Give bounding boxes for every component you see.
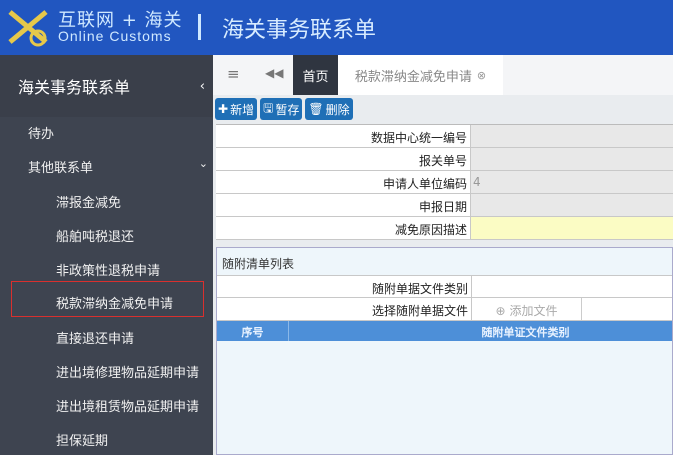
tab-home[interactable]: 首页: [293, 55, 338, 95]
unified-number-field[interactable]: [471, 125, 673, 147]
field-label: 减免原因描述: [216, 217, 471, 239]
section-title: 随附清单列表: [222, 257, 295, 271]
tab-label: 税款滞纳金减免申请: [354, 69, 472, 85]
close-icon[interactable]: ⊗: [477, 69, 486, 82]
sidebar-item-other[interactable]: 其他联系单 ⌄: [28, 157, 208, 176]
declaration-date-field[interactable]: [471, 194, 673, 216]
add-file-label: 添加文件: [509, 304, 558, 318]
add-button[interactable]: ✚ 新增: [215, 98, 258, 120]
declaration-number-field[interactable]: [471, 148, 673, 170]
column-header[interactable]: 序号: [217, 321, 289, 341]
field-label: 申请人单位编码: [216, 171, 471, 193]
save-label: 暂存: [275, 102, 300, 117]
sidebar-item-label: 其他联系单: [28, 161, 94, 176]
page-title: 海关事务联系单: [222, 18, 377, 43]
floppy-icon: 🖫: [263, 100, 274, 115]
sidebar-item-lease-extension[interactable]: 进出境租赁物品延期申请: [56, 396, 199, 415]
field-label: 选择随附单据文件: [217, 298, 472, 320]
brand-en: Online Customs: [58, 28, 172, 44]
trash-icon: 🗑: [308, 102, 324, 116]
divider: [198, 14, 201, 40]
sidebar-item-direct-refund[interactable]: 直接退还申请: [56, 328, 134, 347]
add-label: 新增: [230, 102, 255, 117]
application-form: 数据中心统一编号 报关单号 申请人单位编码 4 申报日期 减免原因描述: [216, 124, 673, 240]
app-header: 互联网 + 海关 Online Customs 海关事务联系单: [0, 0, 673, 55]
tab-bar: ≡ ◀◀ 首页 税款滞纳金减免申请 ⊗: [213, 55, 673, 95]
attachment-table-header: 序号 随附单证文件类别: [217, 321, 672, 341]
sidebar-item-tax-late-fee[interactable]: 税款滞纳金减免申请: [56, 293, 173, 312]
rewind-icon[interactable]: ◀◀: [265, 66, 283, 80]
attachment-section: 随附清单列表 随附单据文件类别 选择随附单据文件 ⊕ 添加文件 序号 随附单证文件…: [216, 247, 673, 455]
sidebar: 海关事务联系单 ‹ 待办 其他联系单 ⌄ 滞报金减免 船舶吨税退还 非政策性退税申请…: [0, 55, 213, 455]
sidebar-item-tonnage-refund[interactable]: 船舶吨税退还: [56, 226, 134, 245]
sidebar-item-todo[interactable]: 待办: [28, 123, 54, 142]
reason-field[interactable]: [471, 217, 673, 239]
field-label: 报关单号: [216, 148, 471, 170]
customs-logo-icon: [8, 10, 48, 47]
plus-icon: ✚: [218, 102, 229, 116]
file-type-field[interactable]: [472, 276, 672, 297]
chevron-down-icon: ⌄: [198, 157, 208, 170]
field-label: 申报日期: [216, 194, 471, 216]
plus-circle-icon: ⊕: [495, 304, 506, 318]
sidebar-item-guarantee-extension[interactable]: 担保延期: [56, 430, 108, 449]
sidebar-header[interactable]: 海关事务联系单 ‹: [0, 55, 213, 117]
save-button[interactable]: 🖫 暂存: [260, 98, 303, 120]
toolbar: ✚ 新增 🖫 暂存 🗑 删除: [213, 95, 673, 123]
sidebar-title: 海关事务联系单: [18, 78, 131, 97]
field-label: 数据中心统一编号: [216, 125, 471, 147]
add-file-button[interactable]: ⊕ 添加文件: [472, 298, 582, 320]
tab-current[interactable]: 税款滞纳金减免申请 ⊗: [338, 55, 503, 95]
field-label: 随附单据文件类别: [217, 276, 472, 297]
delete-label: 删除: [325, 102, 350, 117]
column-header[interactable]: 随附单证文件类别: [289, 321, 672, 341]
applicant-code-field[interactable]: 4: [471, 171, 673, 193]
delete-button[interactable]: 🗑 删除: [305, 98, 353, 120]
sidebar-item-late-fee[interactable]: 滞报金减免: [56, 192, 121, 211]
chevron-left-icon[interactable]: ‹: [200, 79, 205, 94]
sidebar-item-repair-extension[interactable]: 进出境修理物品延期申请: [56, 362, 199, 381]
menu-icon[interactable]: ≡: [227, 65, 240, 83]
sidebar-item-nonpolicy-refund[interactable]: 非政策性退税申请: [56, 260, 160, 279]
